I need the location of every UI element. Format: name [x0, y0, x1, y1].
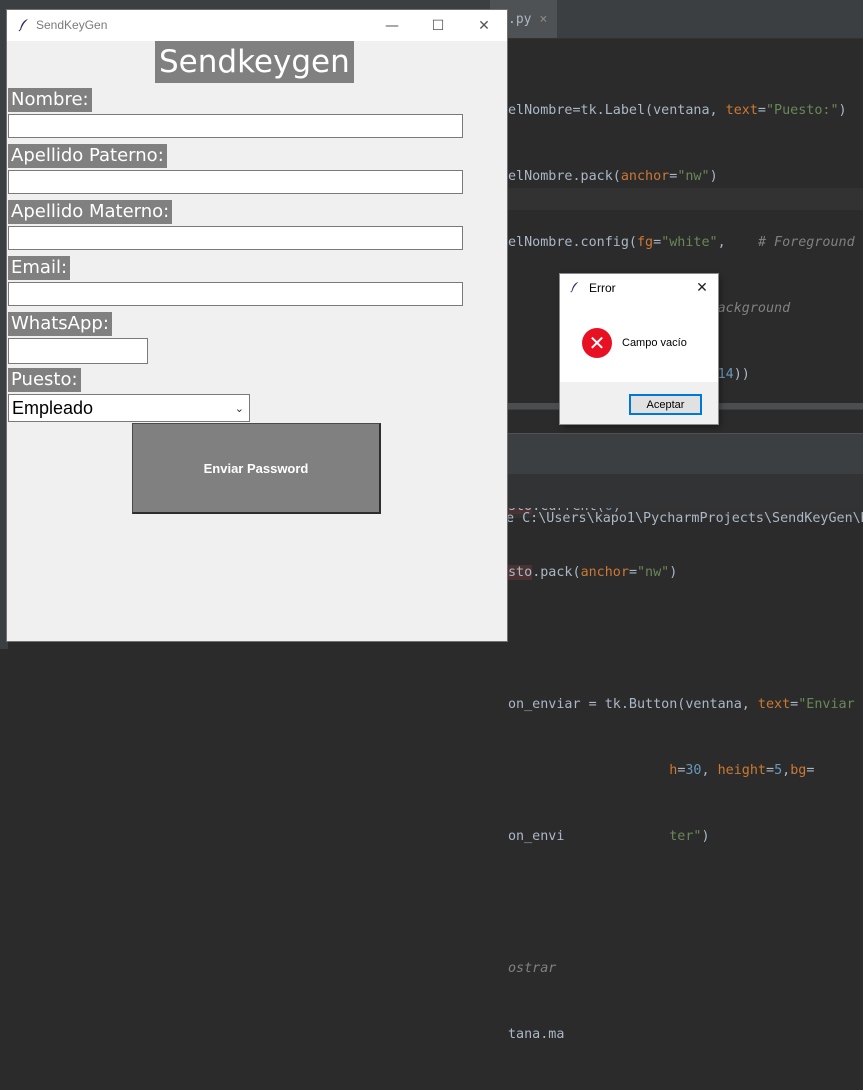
window-titlebar[interactable]: SendKeyGen — ☐ ✕ [7, 10, 507, 41]
maximize-button[interactable]: ☐ [415, 10, 461, 41]
dialog-message: Campo vacío [622, 337, 687, 349]
code-line: elNombre.pack(anchor="nw") [508, 169, 718, 184]
email-label: Email: [8, 256, 71, 280]
ok-button[interactable]: Aceptar [629, 394, 702, 415]
run-panel-toolbar [508, 473, 863, 508]
code-line: tana.ma [508, 1027, 565, 1042]
puesto-combobox[interactable]: Empleado ⌄ [8, 394, 250, 422]
error-dialog: Error ✕ ✕ Campo vacío Aceptar [560, 274, 718, 424]
dialog-title: Error [589, 281, 616, 295]
send-password-button[interactable]: Enviar Password [132, 423, 381, 514]
dialog-footer: Aceptar [560, 382, 718, 424]
code-line: on_enviar = tk.Button(ventana, text="Env… [508, 697, 863, 712]
code-editor[interactable]: elNombre=tk.Label(ventana, text="Puesto:… [508, 56, 863, 1090]
whatsapp-input[interactable] [8, 338, 148, 364]
dialog-close-button[interactable]: ✕ [690, 278, 714, 298]
feather-icon [570, 281, 579, 293]
sendkeygen-window: SendKeyGen — ☐ ✕ Sendkeygen Nombre: Apel… [7, 10, 507, 641]
feather-icon [18, 19, 28, 32]
code-line: elNombre.config(fg="white", # Foreground [508, 235, 855, 250]
close-button[interactable]: ✕ [461, 10, 507, 41]
app-heading: Sendkeygen [155, 41, 354, 83]
email-input[interactable] [8, 282, 463, 306]
code-line: on_envi ter") [508, 829, 710, 844]
dialog-titlebar[interactable]: Error ✕ [560, 274, 718, 302]
nombre-input[interactable] [8, 114, 463, 138]
chevron-down-icon[interactable]: ⌄ [235, 396, 244, 422]
editor-tab-label: .py [508, 11, 532, 27]
minimize-button[interactable]: — [369, 10, 415, 41]
run-panel-header [508, 433, 863, 474]
apellido-materno-input[interactable] [8, 226, 463, 250]
close-icon[interactable]: × [539, 12, 547, 27]
puesto-label: Puesto: [8, 368, 81, 392]
error-x-icon: ✕ [582, 328, 612, 358]
nombre-label: Nombre: [8, 88, 92, 112]
code-line: ostrar [508, 961, 557, 976]
window-title: SendKeyGen [36, 18, 108, 32]
apellido-paterno-label: Apellido Paterno: [8, 144, 167, 168]
code-line: h=30, height=5,bg= [669, 763, 815, 778]
console-output: e C:\Users\kapo1\PycharmProjects\SendKey… [506, 511, 863, 526]
apellido-paterno-input[interactable] [8, 170, 463, 194]
window-body: Sendkeygen Nombre: Apellido Paterno: Ape… [7, 41, 507, 641]
code-line: elNombre=tk.Label(ventana, text="Puesto:… [508, 103, 847, 118]
puesto-selected-value: Empleado [12, 398, 94, 418]
apellido-materno-label: Apellido Materno: [8, 200, 173, 224]
code-line: sto.pack(anchor="nw") [508, 565, 678, 580]
whatsapp-label: WhatsApp: [8, 312, 112, 336]
